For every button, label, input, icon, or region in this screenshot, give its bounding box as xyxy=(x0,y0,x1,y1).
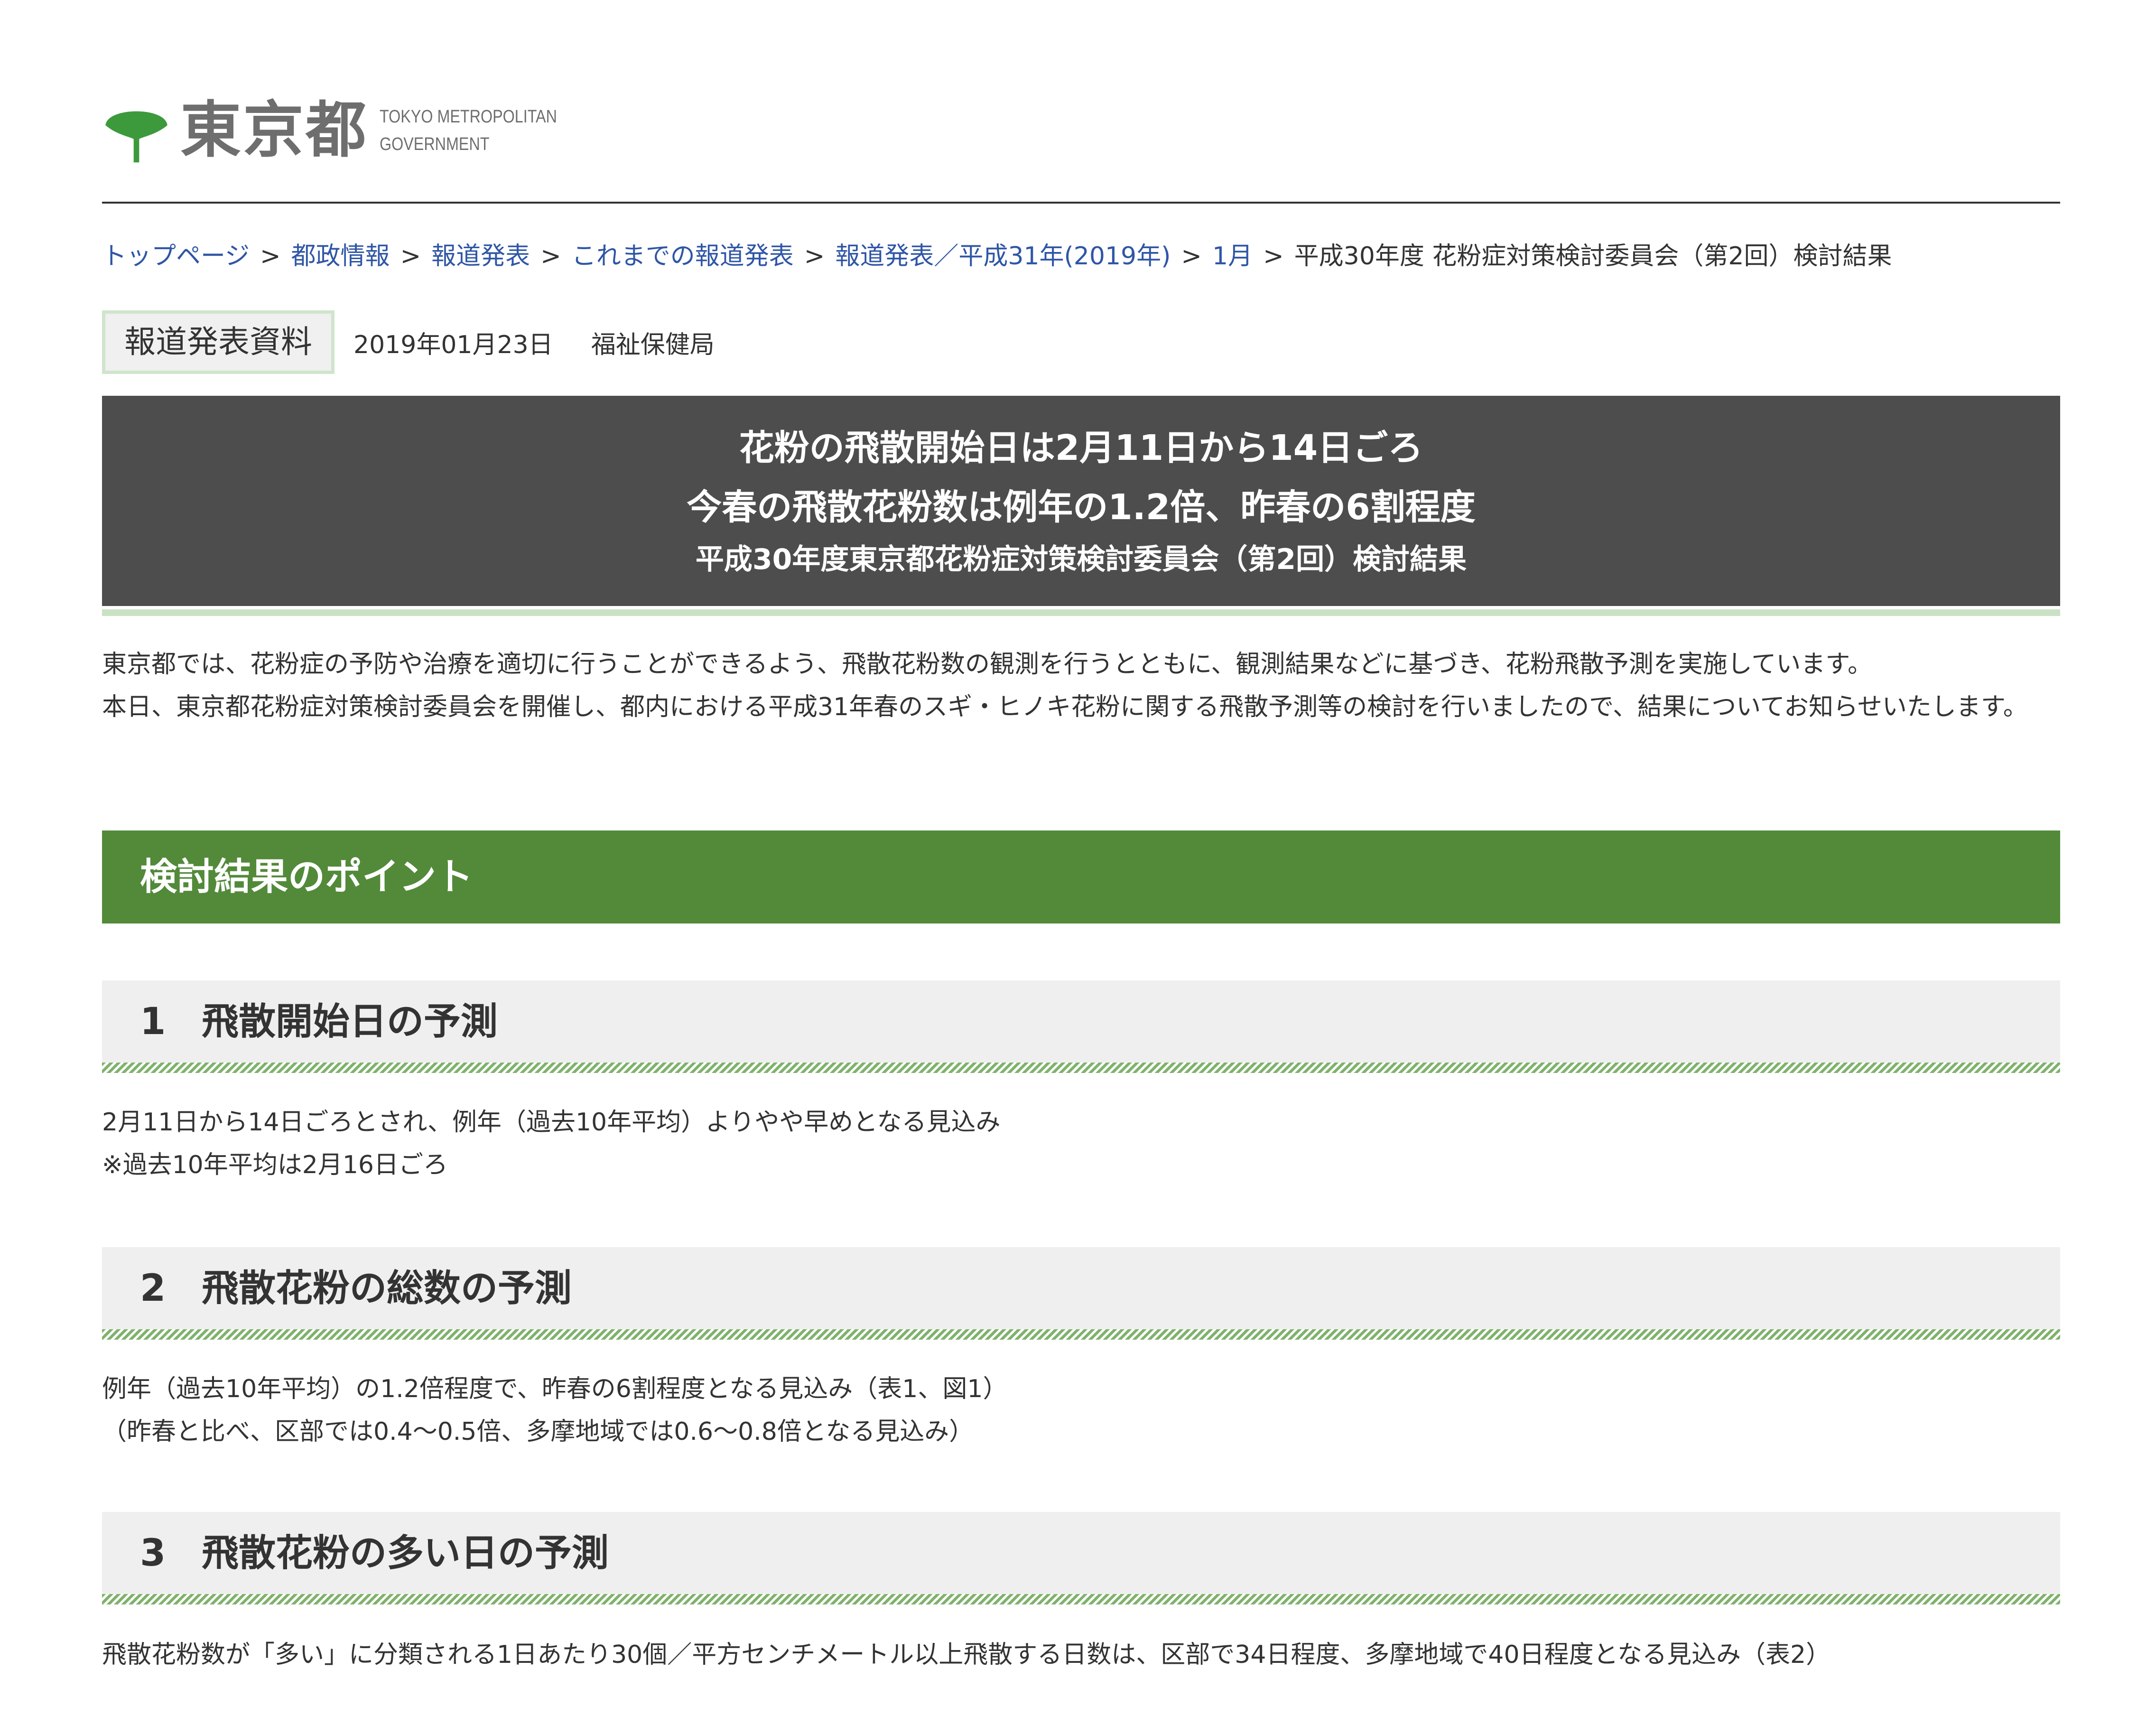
section-1-heading: 1 飛散開始日の予測 xyxy=(102,980,2060,1073)
section-line: 2月11日から14日ごろとされ、例年（過去10年平均）よりやや早めとなる見込み xyxy=(102,1108,1001,1137)
breadcrumb-link-january[interactable]: 1月 xyxy=(1212,242,1253,270)
intro-paragraph-2: 本日、東京都花粉症対策検討委員会を開催し、都内における平成31年春のスギ・ヒノキ… xyxy=(102,693,2028,721)
section-line: （昨春と比べ、区部では0.4～0.5倍、多摩地域では0.6～0.8倍となる見込み… xyxy=(102,1418,974,1446)
section-line: ※過去10年平均は2月16日ごろ xyxy=(102,1151,448,1179)
header-divider xyxy=(102,202,2060,204)
release-bureau: 福祉保健局 xyxy=(591,330,715,359)
section-title: 飛散花粉の多い日の予測 xyxy=(202,1532,609,1575)
section-line: 例年（過去10年平均）の1.2倍程度で、昨春の6割程度となる見込み（表1、図1） xyxy=(102,1375,1008,1403)
breadcrumb: トップページ > 都政情報 > 報道発表 > これまでの報道発表 > 報道発表／平成31年(20… xyxy=(102,237,2060,275)
breadcrumb-separator: > xyxy=(540,242,561,270)
heading-stripe xyxy=(102,1329,2060,1340)
logo-english-line1: TOKYO METROPOLITAN xyxy=(380,107,557,127)
breadcrumb-link-2019[interactable]: 報道発表／平成31年(2019年) xyxy=(835,242,1171,270)
press-meta: 報道発表資料 2019年01月23日 福祉保健局 xyxy=(102,310,715,374)
section-number: 1 xyxy=(140,1000,166,1043)
breadcrumb-separator: > xyxy=(400,242,421,270)
section-number: 2 xyxy=(140,1267,166,1310)
section-number: 3 xyxy=(140,1532,166,1575)
headline-line2: 今春の飛散花粉数は例年の1.2倍、昨春の6割程度 xyxy=(687,487,1476,528)
breadcrumb-separator: > xyxy=(804,242,825,270)
breadcrumb-current: 平成30年度 花粉症対策検討委員会（第2回）検討結果 xyxy=(1294,242,1892,270)
headline-underline xyxy=(102,609,2060,616)
heading-stripe xyxy=(102,1063,2060,1073)
section-title: 飛散花粉の総数の予測 xyxy=(202,1267,572,1310)
section-2-body: 例年（過去10年平均）の1.2倍程度で、昨春の6割程度となる見込み（表1、図1）… xyxy=(102,1368,2060,1453)
headline-line3: 平成30年度東京都花粉症対策検討委員会（第2回）検討結果 xyxy=(695,543,1467,576)
points-heading: 検討結果のポイント xyxy=(102,830,2060,923)
section-2-heading: 2 飛散花粉の総数の予測 xyxy=(102,1247,2060,1340)
breadcrumb-separator: > xyxy=(1263,242,1284,270)
ginkgo-leaf-icon xyxy=(105,111,167,162)
logo-english: TOKYO METROPOLITAN GOVERNMENT xyxy=(380,103,557,158)
breadcrumb-separator: > xyxy=(1181,242,1202,270)
breadcrumb-link-press[interactable]: 報道発表 xyxy=(431,242,530,270)
breadcrumb-separator: > xyxy=(260,242,281,270)
headline-line1: 花粉の飛散開始日は2月11日から14日ごろ xyxy=(739,428,1423,468)
intro-paragraph-1: 東京都では、花粉症の予防や治療を適切に行うことができるよう、飛散花粉数の観測を行… xyxy=(102,650,1873,679)
press-release-badge: 報道発表資料 xyxy=(102,310,335,374)
heading-stripe xyxy=(102,1594,2060,1604)
headline-box: 花粉の飛散開始日は2月11日から14日ごろ 今春の飛散花粉数は例年の1.2倍、昨… xyxy=(102,396,2060,606)
release-date: 2019年01月23日 xyxy=(353,330,553,359)
logo-english-line2: GOVERNMENT xyxy=(380,134,490,154)
logo-kanji: 東京都 xyxy=(180,95,369,166)
breadcrumb-link-past-press[interactable]: これまでの報道発表 xyxy=(572,242,794,270)
section-1-body: 2月11日から14日ごろとされ、例年（過去10年平均）よりやや早めとなる見込み … xyxy=(102,1101,2060,1186)
breadcrumb-link-tosei[interactable]: 都政情報 xyxy=(291,242,390,270)
section-3-heading: 3 飛散花粉の多い日の予測 xyxy=(102,1512,2060,1604)
section-title: 飛散開始日の予測 xyxy=(202,1000,498,1043)
section-3-body: 飛散花粉数が「多い」に分類される1日あたり30個／平方センチメートル以上飛散する… xyxy=(102,1633,2060,1676)
section-line: 飛散花粉数が「多い」に分類される1日あたり30個／平方センチメートル以上飛散する… xyxy=(102,1641,1831,1669)
site-logo[interactable]: 東京都 TOKYO METROPOLITAN GOVERNMENT xyxy=(102,93,588,168)
breadcrumb-link-top[interactable]: トップページ xyxy=(102,242,250,270)
page: 東京都 TOKYO METROPOLITAN GOVERNMENT トップページ… xyxy=(0,0,2156,1716)
intro-text: 東京都では、花粉症の予防や治療を適切に行うことができるよう、飛散花粉数の観測を行… xyxy=(102,643,2060,728)
